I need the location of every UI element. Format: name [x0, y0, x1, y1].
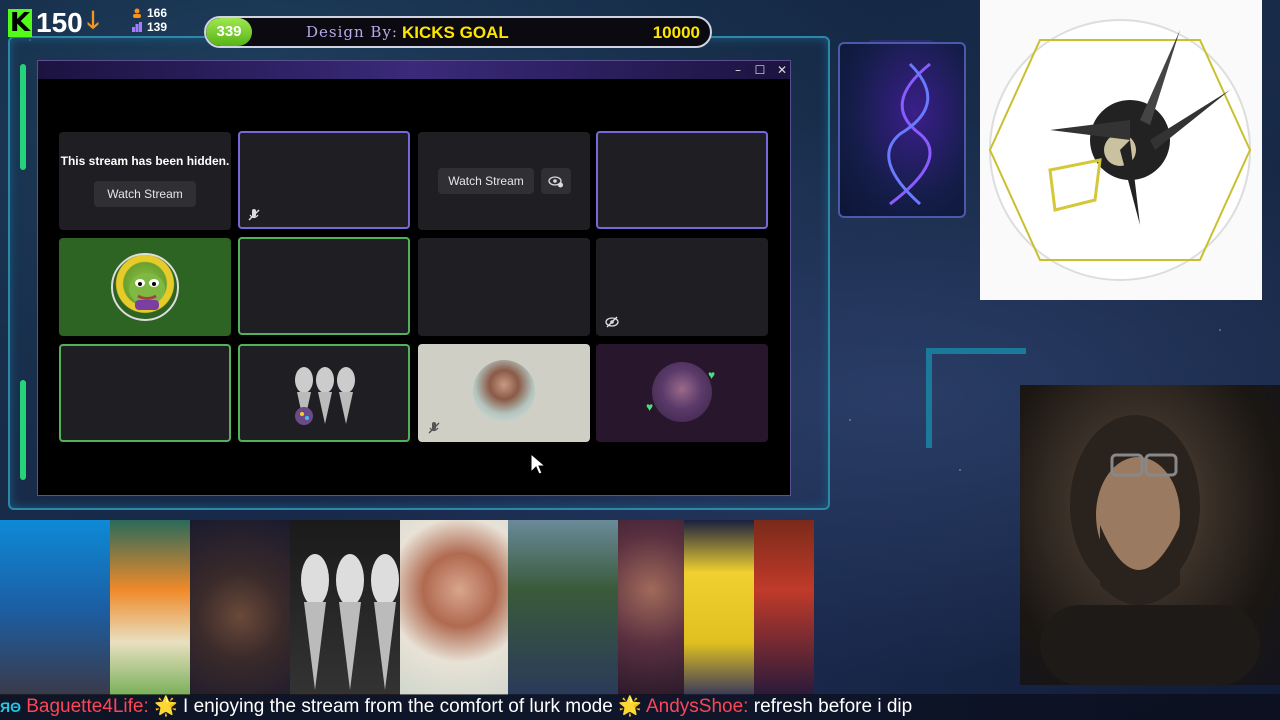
star-icon: 🌟 — [618, 696, 642, 717]
stream-tile-couple[interactable]: ♥ ♥ — [596, 344, 768, 442]
muted-mic-icon — [428, 422, 440, 434]
stream-tile[interactable] — [596, 238, 768, 336]
muted-mic-icon — [248, 209, 260, 221]
spiked-ball-logo — [980, 0, 1262, 300]
webcam-feed — [1020, 385, 1280, 685]
frame-accent-bar — [20, 380, 26, 480]
frame-accent-bar — [20, 64, 26, 170]
heart-icon: ♥ — [646, 400, 654, 414]
stream-tile[interactable] — [596, 131, 768, 229]
heart-icon: ♥ — [708, 368, 716, 382]
woman-avatar — [473, 360, 535, 422]
viewer-avatar — [110, 520, 190, 695]
eye-refresh-icon — [548, 176, 563, 188]
show-stream-button[interactable] — [541, 168, 571, 194]
viewer-avatar-strip — [0, 520, 814, 695]
chat-message: refresh before i dip — [753, 696, 913, 717]
mouse-cursor-icon — [530, 453, 546, 475]
stream-tile-woman[interactable] — [418, 344, 590, 442]
followers-stat: 166 — [132, 6, 167, 20]
bars-icon — [132, 22, 142, 32]
kick-logo-icon: K — [8, 8, 32, 38]
goal-current: 339 — [206, 18, 252, 46]
watch-stream-button[interactable]: Watch Stream — [438, 168, 534, 194]
subs-stat: 139 — [132, 20, 167, 34]
hidden-eye-icon — [605, 316, 619, 328]
corner-frame — [926, 348, 1026, 448]
chat-username: AndysShoe: — [646, 696, 749, 717]
viewer-avatar — [0, 520, 110, 695]
kick-count: 150 — [36, 7, 83, 38]
maximize-button[interactable]: ☐ — [750, 62, 770, 78]
viewer-avatar — [618, 520, 684, 695]
stream-tile-aliens[interactable] — [238, 344, 410, 442]
channel-logo-panel — [980, 0, 1262, 300]
minimize-button[interactable]: – — [728, 62, 748, 78]
viewer-avatar — [754, 520, 814, 695]
viewer-avatar — [400, 520, 508, 695]
kick-counter: K 150 🡓 — [8, 6, 99, 40]
chat-username: Baguette4Life: — [26, 696, 149, 717]
chat-message: I enjoying the stream from the comfort o… — [183, 696, 613, 717]
viewer-avatar-aliens — [290, 520, 400, 695]
ticker-badge: ЯΘ — [0, 699, 21, 715]
multistream-window: – ☐ ✕ This stream has been hidden. Watch… — [37, 60, 791, 496]
watch-stream-button[interactable]: Watch Stream — [94, 181, 196, 207]
stream-tile[interactable] — [59, 344, 231, 442]
stream-tile[interactable] — [238, 237, 410, 335]
chat-ticker: ЯΘ Baguette4Life: 🌟 I enjoying the strea… — [0, 694, 1280, 720]
viewer-avatar — [508, 520, 618, 695]
dna-art-panel — [838, 42, 966, 218]
goal-title: KICKS GOAL — [402, 23, 509, 42]
close-button[interactable]: ✕ — [772, 62, 792, 78]
followers-count: 166 — [147, 6, 168, 20]
goal-design-label: Design By: — [306, 23, 398, 41]
frog-avatar — [111, 253, 179, 321]
kicks-goal-bar: 339 Design By: KICKS GOAL 10000 — [204, 16, 712, 48]
subs-count: 139 — [147, 20, 168, 34]
aliens-avatar — [295, 367, 355, 425]
couple-avatar — [652, 362, 712, 422]
stream-tile-hidden[interactable]: This stream has been hidden. Watch Strea… — [59, 132, 231, 230]
stats-panel: 166 139 — [132, 6, 167, 34]
person-icon — [133, 8, 141, 18]
stream-tile[interactable] — [238, 131, 410, 229]
goal-target: 10000 — [652, 23, 700, 42]
hidden-notice: This stream has been hidden. — [60, 154, 230, 168]
down-arrow-icon: 🡓 — [86, 6, 100, 34]
viewer-avatar — [190, 520, 290, 695]
star-icon: 🌟 — [154, 696, 178, 717]
window-titlebar[interactable]: – ☐ ✕ — [38, 61, 790, 79]
viewer-avatar-banana — [684, 520, 754, 695]
stream-tile[interactable] — [418, 238, 590, 336]
stream-tile[interactable]: Watch Stream — [418, 132, 590, 230]
stream-tile-frog-avatar[interactable] — [59, 238, 231, 336]
